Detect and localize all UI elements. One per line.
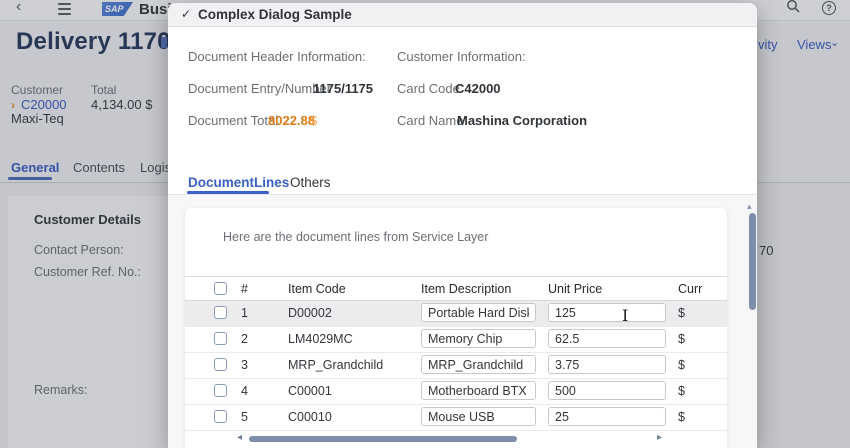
- lines-intro-text: Here are the document lines from Service…: [223, 230, 488, 244]
- row-item-code: LM4029MC: [288, 332, 353, 346]
- card-name-label: Card Name: [397, 113, 463, 128]
- table-row: 4 C00001 $: [185, 379, 727, 405]
- table-row: 5 C00010 $: [185, 405, 727, 431]
- row-item-code: D00002: [288, 306, 332, 320]
- row-item-code: MRP_Grandchild: [288, 358, 383, 372]
- dialog-header: ✓ Complex Dialog Sample: [168, 3, 757, 27]
- row-description-input[interactable]: [421, 303, 536, 322]
- card-name-value: Mashina Corporation: [457, 113, 587, 128]
- row-description-input[interactable]: [421, 355, 536, 374]
- row-checkbox[interactable]: [214, 410, 227, 423]
- table-row: 1 D00002 $: [185, 301, 727, 327]
- row-description-input[interactable]: [421, 381, 536, 400]
- row-checkbox[interactable]: [214, 306, 227, 319]
- row-number: 5: [241, 410, 248, 424]
- col-currency: Curr: [678, 282, 702, 296]
- doc-total-value: 8022.88: [268, 113, 315, 128]
- row-number: 1: [241, 306, 248, 320]
- row-unit-price-input[interactable]: [548, 407, 666, 426]
- check-icon: ✓: [181, 7, 191, 21]
- row-number: 4: [241, 384, 248, 398]
- row-currency: $: [678, 410, 685, 424]
- table-row: 2 LM4029MC $: [185, 327, 727, 353]
- doc-total-label: Document Total: [188, 113, 278, 128]
- row-unit-price-input[interactable]: [548, 355, 666, 374]
- doc-total-currency: $: [310, 113, 317, 128]
- row-checkbox[interactable]: [214, 358, 227, 371]
- text-cursor-ibeam: I: [622, 306, 628, 325]
- hscroll-right-icon[interactable]: ▸: [657, 432, 662, 443]
- row-item-code: C00010: [288, 410, 332, 424]
- card-code-label: Card Code: [397, 81, 460, 96]
- row-currency: $: [678, 332, 685, 346]
- row-checkbox[interactable]: [214, 332, 227, 345]
- documentlines-panel: Here are the document lines from Service…: [168, 195, 757, 448]
- row-unit-price-input[interactable]: [548, 381, 666, 400]
- dialog-title: Complex Dialog Sample: [198, 7, 352, 22]
- doc-entry-label: Document Entry/Number: [188, 81, 331, 96]
- col-number: #: [241, 282, 248, 296]
- col-item-code: Item Code: [288, 282, 346, 296]
- vscroll-up-icon[interactable]: ▴: [747, 201, 752, 212]
- row-currency: $: [678, 306, 685, 320]
- col-item-description: Item Description: [421, 282, 511, 296]
- select-all-checkbox[interactable]: [214, 282, 227, 295]
- vscroll-thumb[interactable]: [749, 213, 756, 310]
- customer-info-label: Customer Information:: [397, 49, 526, 64]
- doc-header-info-label: Document Header Information:: [188, 49, 366, 64]
- row-description-input[interactable]: [421, 407, 536, 426]
- table-body: 1 D00002 $ 2 LM4029MC $ 3 MRP_Grandchild…: [185, 301, 727, 431]
- card-code-value: C42000: [455, 81, 501, 96]
- row-currency: $: [678, 384, 685, 398]
- tab-documentlines[interactable]: DocumentLines: [188, 175, 289, 190]
- row-number: 3: [241, 358, 248, 372]
- row-item-code: C00001: [288, 384, 332, 398]
- col-unit-price: Unit Price: [548, 282, 602, 296]
- complex-dialog: ✓ Complex Dialog Sample Document Header …: [168, 3, 757, 448]
- row-unit-price-input[interactable]: [548, 329, 666, 348]
- tab-others[interactable]: Others: [290, 175, 331, 190]
- document-lines-card: Here are the document lines from Service…: [185, 208, 727, 448]
- table-row: 3 MRP_Grandchild $: [185, 353, 727, 379]
- row-description-input[interactable]: [421, 329, 536, 348]
- row-unit-price-input[interactable]: [548, 303, 666, 322]
- row-number: 2: [241, 332, 248, 346]
- hscroll-left-icon[interactable]: ◂: [237, 432, 242, 443]
- hscroll-thumb[interactable]: [249, 436, 517, 442]
- row-currency: $: [678, 358, 685, 372]
- row-checkbox[interactable]: [214, 384, 227, 397]
- table-header: # Item Code Item Description Unit Price …: [185, 276, 727, 301]
- doc-entry-value: 1175/1175: [313, 81, 373, 96]
